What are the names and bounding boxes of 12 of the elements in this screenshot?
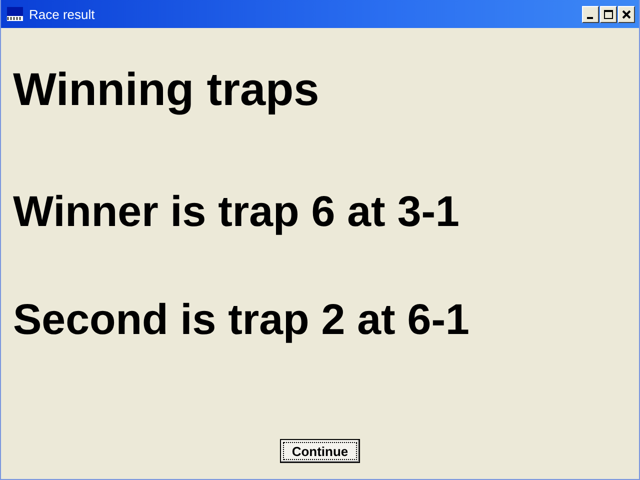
minimize-icon (586, 16, 592, 18)
minimize-button[interactable] (582, 6, 599, 22)
continue-button[interactable]: Continue (280, 439, 360, 463)
window-title: Race result (29, 6, 96, 22)
maximize-button[interactable] (600, 6, 617, 22)
maximize-icon (603, 8, 614, 20)
close-icon (621, 8, 632, 20)
app-icon (7, 7, 23, 21)
close-button[interactable] (618, 6, 635, 22)
result-text: Second is trap 2 at 6-1 (13, 294, 470, 346)
result-text: Winner is trap 6 at 3-1 (13, 187, 460, 238)
heading: Winning traps (13, 62, 320, 117)
